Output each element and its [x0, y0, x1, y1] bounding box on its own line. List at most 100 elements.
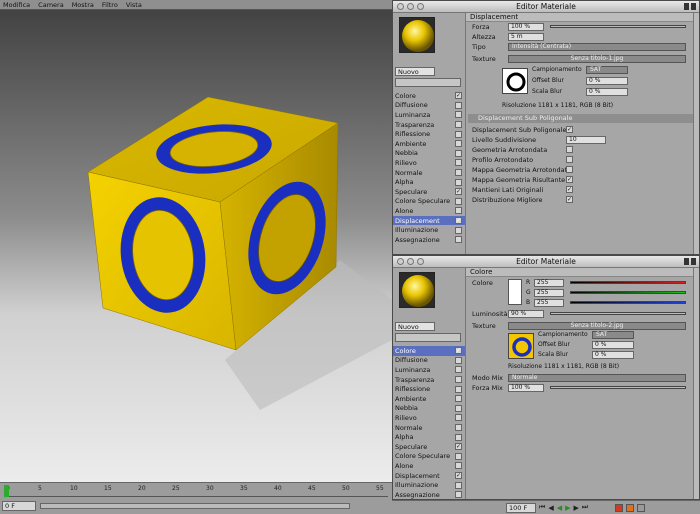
channel-item[interactable]: Illuminazione	[393, 225, 465, 235]
g-slider[interactable]	[570, 291, 686, 294]
offset-blur-value[interactable]: 0 %	[586, 77, 628, 85]
r-value[interactable]: 255	[534, 279, 564, 287]
r-slider[interactable]	[570, 281, 686, 284]
timeline-ruler[interactable]: 0 5 10 15 20 25 30 35 40 45 50 55	[4, 485, 388, 499]
channel-checkbox[interactable]	[455, 130, 462, 138]
campionamento-select[interactable]: SAT	[592, 331, 634, 339]
channel-checkbox[interactable]	[455, 385, 462, 393]
channel-item[interactable]: Trasparenza	[393, 120, 465, 130]
last-frame-icon[interactable]: ⏭	[582, 503, 588, 512]
channel-item[interactable]: Alone	[393, 461, 465, 471]
channel-checkbox[interactable]	[455, 197, 462, 205]
subpoly-header[interactable]: Displacement Sub Poligonale	[468, 114, 697, 123]
first-frame-icon[interactable]: ⏮	[539, 503, 545, 512]
menu-icon[interactable]	[691, 258, 696, 265]
channel-checkbox[interactable]	[455, 356, 462, 364]
channel-item[interactable]: Assegnazione	[393, 490, 465, 499]
color-swatch[interactable]	[508, 279, 522, 305]
channel-checkbox[interactable]	[455, 395, 462, 403]
zoom-button[interactable]	[417, 3, 424, 10]
menu-vista[interactable]: Vista	[126, 1, 142, 9]
play-back-icon[interactable]: ◀	[557, 504, 562, 512]
next-key-icon[interactable]: ▶	[573, 504, 578, 512]
menu-mostra[interactable]: Mostra	[72, 1, 94, 9]
channel-checkbox[interactable]	[455, 376, 462, 384]
channel-item[interactable]: Colore Speculare	[393, 452, 465, 462]
minimize-button[interactable]	[407, 3, 414, 10]
forza-slider[interactable]	[550, 25, 686, 28]
subpoly-checkbox[interactable]	[566, 146, 573, 153]
channel-checkbox[interactable]	[455, 491, 462, 499]
modo-mix-select[interactable]: Normale	[508, 374, 686, 382]
luminosita-slider[interactable]	[550, 312, 686, 315]
minimize-button[interactable]	[407, 258, 414, 265]
channel-item[interactable]: Normale	[393, 168, 465, 178]
channel-item[interactable]: Normale	[393, 423, 465, 433]
channel-item[interactable]: Alpha	[393, 177, 465, 187]
offset-blur-value[interactable]: 0 %	[592, 341, 634, 349]
menu-icon[interactable]	[691, 3, 696, 10]
channel-item[interactable]: Diffusione	[393, 356, 465, 366]
channel-checkbox[interactable]	[455, 121, 462, 129]
channel-item[interactable]: Assegnazione	[393, 235, 465, 245]
channel-checkbox[interactable]	[455, 178, 462, 186]
window-titlebar[interactable]: Editor Materiale	[393, 1, 699, 13]
window-titlebar[interactable]: Editor Materiale	[393, 256, 699, 268]
channel-checkbox[interactable]	[455, 111, 462, 119]
subpoly-checkbox[interactable]	[566, 156, 573, 163]
channel-item[interactable]: Ambiente	[393, 394, 465, 404]
channel-checkbox[interactable]	[455, 140, 462, 148]
channel-checkbox[interactable]	[455, 159, 462, 167]
record-icon[interactable]	[615, 503, 624, 512]
prev-key-icon[interactable]: ◀	[548, 504, 553, 512]
channel-item[interactable]: Alpha	[393, 432, 465, 442]
subpoly-checkbox[interactable]: ✓	[566, 196, 573, 203]
play-icon[interactable]: ▶	[565, 504, 570, 512]
material-bar[interactable]	[395, 333, 461, 342]
channel-item[interactable]: Riflessione	[393, 384, 465, 394]
channel-item[interactable]: Rilievo	[393, 413, 465, 423]
subpoly-checkbox[interactable]: ✓	[566, 126, 573, 133]
zoom-button[interactable]	[417, 258, 424, 265]
channel-checkbox[interactable]	[455, 207, 462, 215]
channel-checkbox[interactable]	[455, 366, 462, 374]
autokey-icon[interactable]	[626, 503, 635, 512]
channel-item[interactable]: Alone	[393, 206, 465, 216]
channel-checkbox[interactable]	[455, 226, 462, 234]
channel-checkbox[interactable]: ✓	[455, 472, 462, 480]
channel-checkbox[interactable]	[455, 101, 462, 109]
channel-item[interactable]: Speculare ✓	[393, 442, 465, 452]
channel-item[interactable]: Displacement ✓	[393, 471, 465, 481]
channel-checkbox[interactable]: ✓	[455, 92, 462, 100]
b-value[interactable]: 255	[534, 299, 564, 307]
channel-checkbox[interactable]	[455, 452, 462, 460]
menu-modifica[interactable]: Modifica	[3, 1, 30, 9]
channel-checkbox[interactable]	[455, 169, 462, 177]
channel-item[interactable]: Riflessione	[393, 129, 465, 139]
channel-checkbox[interactable]	[455, 404, 462, 412]
subpoly-checkbox[interactable]: ✓	[566, 176, 573, 183]
channel-item[interactable]: Displacement ✓	[393, 215, 465, 226]
texture-name[interactable]: Senza titolo-1.jpg	[508, 55, 686, 63]
texture-name[interactable]: Senza titolo-2.jpg	[508, 322, 686, 330]
subpoly-checkbox[interactable]: ✓	[566, 186, 573, 193]
g-value[interactable]: 255	[534, 289, 564, 297]
channel-checkbox[interactable]	[455, 462, 462, 470]
channel-item[interactable]: Colore Speculare	[393, 197, 465, 207]
close-button[interactable]	[397, 3, 404, 10]
channel-item[interactable]: Colore ✓	[393, 346, 465, 356]
lock-icon[interactable]	[684, 258, 689, 265]
luminosita-value[interactable]: 90 %	[508, 310, 544, 318]
channel-checkbox[interactable]	[455, 433, 462, 441]
scala-blur-value[interactable]: 0 %	[586, 88, 628, 96]
b-slider[interactable]	[570, 301, 686, 304]
channel-item[interactable]: Ambiente	[393, 139, 465, 149]
channel-checkbox[interactable]	[455, 149, 462, 157]
lock-icon[interactable]	[684, 3, 689, 10]
channel-checkbox[interactable]: ✓	[455, 347, 462, 355]
timeline-playhead[interactable]	[4, 485, 9, 497]
scrollbar[interactable]	[693, 13, 699, 254]
scrollbar[interactable]	[693, 268, 699, 499]
3d-viewport[interactable]: Modifica Camera Mostra Filtro Vista	[0, 0, 392, 482]
altezza-value[interactable]: 5 m	[508, 33, 544, 41]
